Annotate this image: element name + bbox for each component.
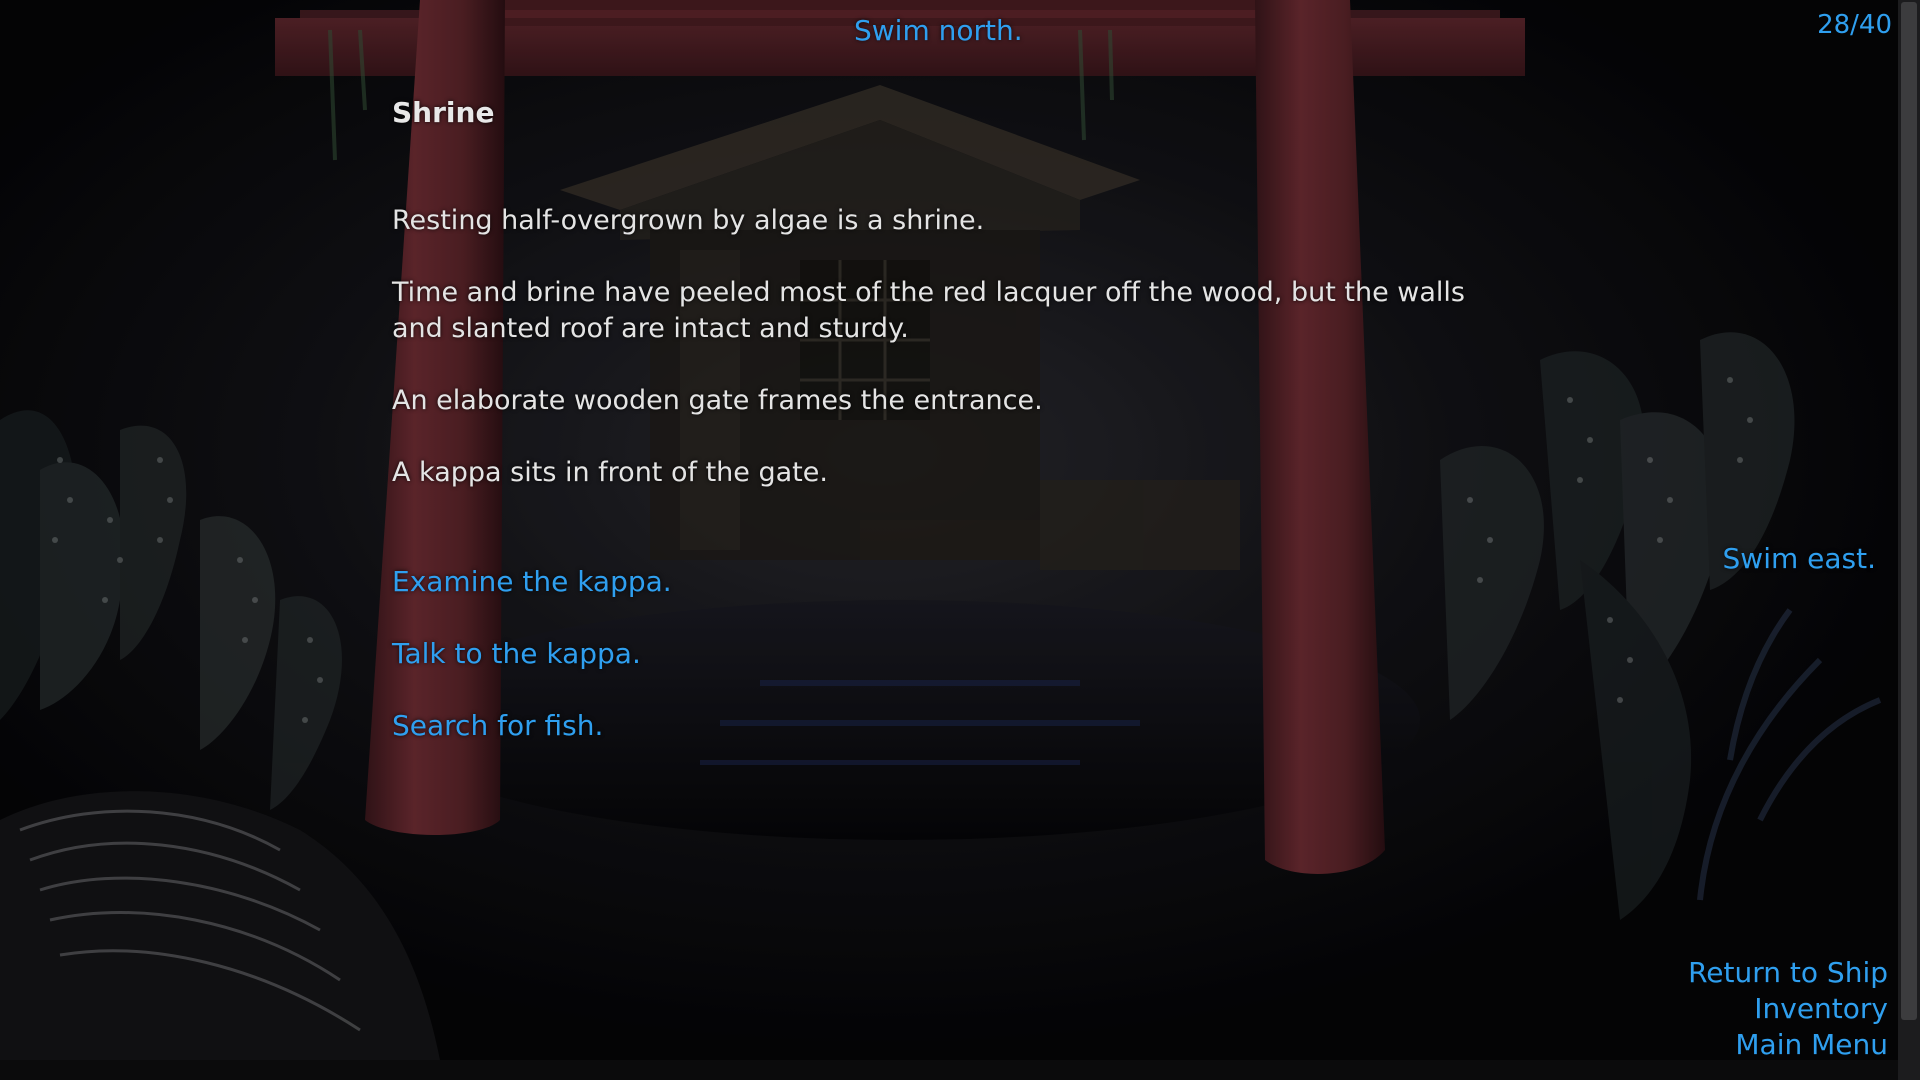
game-menu: Return to Ship Inventory Main Menu (1688, 955, 1888, 1063)
game-screen: Swim north. 28/40 Shrine Resting half-ov… (0, 0, 1920, 1080)
scrollbar-thumb[interactable] (1901, 2, 1917, 1020)
choice-list: Examine the kappa. Talk to the kappa. Se… (392, 564, 672, 780)
return-to-ship-link[interactable]: Return to Ship (1688, 955, 1888, 991)
examine-kappa-choice[interactable]: Examine the kappa. (392, 564, 672, 600)
swim-east-link[interactable]: Swim east. (1723, 542, 1876, 575)
description-paragraph: An elaborate wooden gate frames the entr… (392, 385, 1043, 416)
swim-north-link[interactable]: Swim north. (854, 14, 1023, 47)
bottom-bar (0, 1060, 1898, 1080)
inventory-link[interactable]: Inventory (1688, 991, 1888, 1027)
description-paragraph: Resting half-overgrown by algae is a shr… (392, 205, 985, 236)
location-title: Shrine (392, 96, 495, 129)
main-menu-link[interactable]: Main Menu (1688, 1027, 1888, 1063)
progress-counter: 28/40 (1817, 10, 1892, 40)
description-paragraph: Time and brine have peeled most of the r… (392, 277, 1465, 344)
text-readability-overlay (0, 0, 1920, 1080)
vertical-scrollbar[interactable] (1898, 0, 1920, 1080)
talk-kappa-choice[interactable]: Talk to the kappa. (392, 636, 672, 672)
location-description: Resting half-overgrown by algae is a shr… (392, 203, 1502, 527)
shrine-background-illustration (0, 0, 1920, 1080)
description-paragraph: A kappa sits in front of the gate. (392, 457, 828, 488)
search-fish-choice[interactable]: Search for fish. (392, 708, 672, 744)
